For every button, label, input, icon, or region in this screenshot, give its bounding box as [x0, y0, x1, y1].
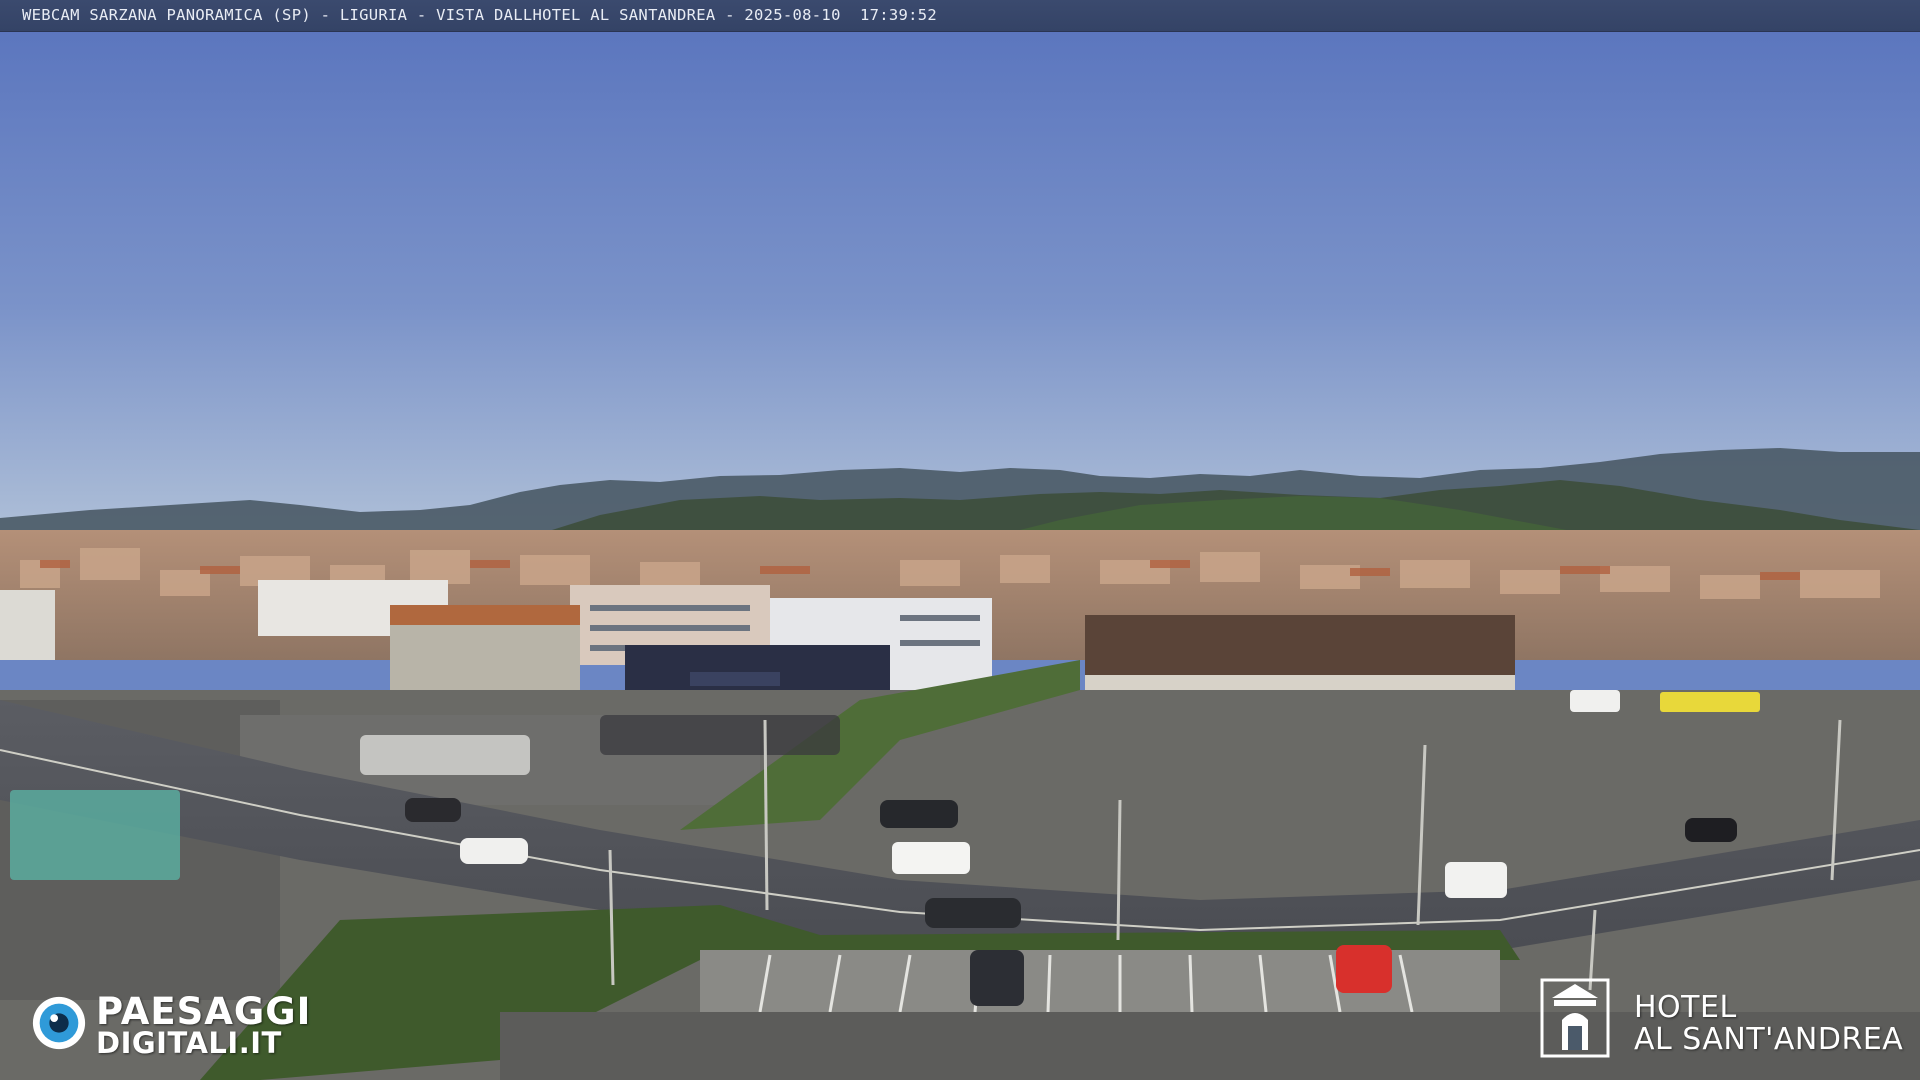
watermark-left-line2: DIGITALI.IT: [96, 1026, 282, 1060]
hotel-name-line2: AL SANT'ANDREA: [1634, 1022, 1904, 1057]
car-dealer-sign: [690, 672, 780, 686]
hotel-name-line1: HOTEL: [1634, 990, 1737, 1025]
webcam-caption: WEBCAM SARZANA PANORAMICA (SP) - LIGURIA…: [22, 6, 938, 24]
paesaggi-digitali-watermark: PAESAGGI DIGITALI.IT: [28, 990, 348, 1060]
caption-bar: WEBCAM SARZANA PANORAMICA (SP) - LIGURIA…: [0, 0, 1920, 32]
webcam-frame: WEBCAM SARZANA PANORAMICA (SP) - LIGURIA…: [0, 0, 1920, 1080]
eye-logo-icon: [32, 996, 86, 1050]
webcam-panorama-image: [0, 0, 1920, 1080]
white-building-far-left: [0, 590, 55, 660]
hotel-crest-icon: [1540, 978, 1610, 1058]
hotel-watermark: HOTEL AL SANT'ANDREA: [1540, 978, 1910, 1068]
pixelated-building-roof: [390, 605, 580, 625]
